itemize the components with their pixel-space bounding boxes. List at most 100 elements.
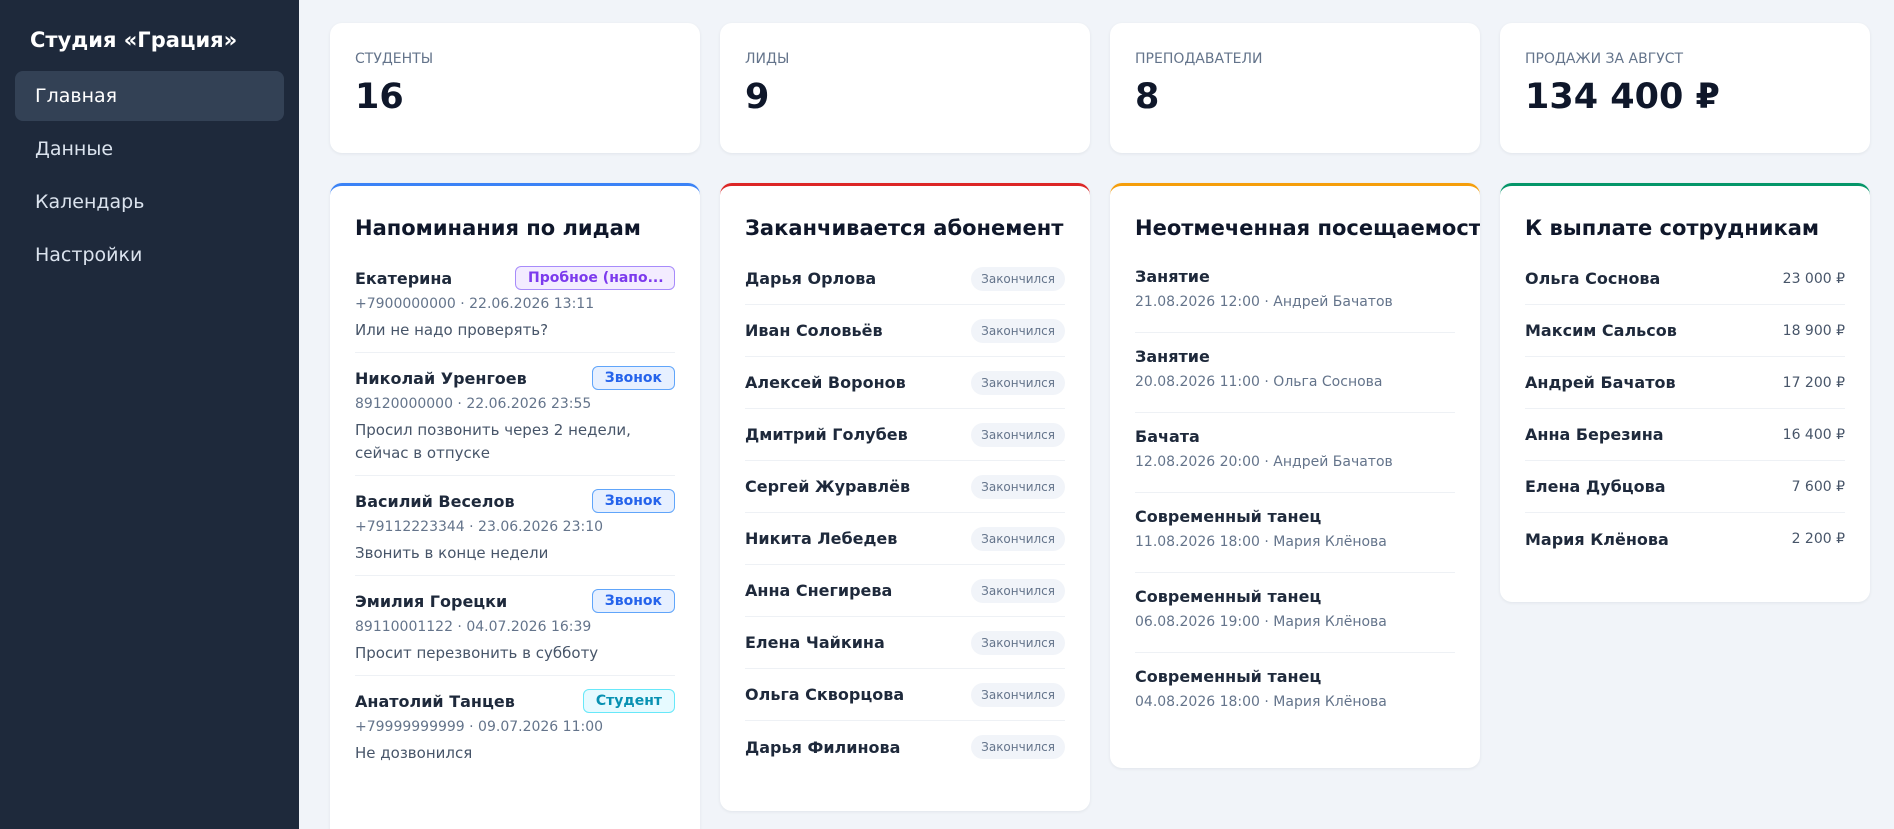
employee-name: Андрей Бачатов <box>1525 373 1676 392</box>
status-badge: Закончился <box>971 266 1065 291</box>
subscription-row[interactable]: Анна Снегирева Закончился <box>745 565 1065 617</box>
student-name: Дарья Филинова <box>745 737 901 757</box>
status-badge: Закончился <box>971 526 1065 551</box>
student-name: Ольга Скворцова <box>745 685 905 704</box>
stat-card-students: Студенты 16 <box>330 23 700 153</box>
subscription-row[interactable]: Алексей Воронов Закончился <box>745 357 1065 409</box>
subscription-list: Дарья Орлова Закончился Иван Соловьёв За… <box>745 253 1065 773</box>
panel-title: К выплате сотрудникам <box>1525 216 1820 240</box>
class-title: Современный танец <box>1135 507 1322 526</box>
sidebar: Студия «Грация» Главная Данные Календарь… <box>0 0 299 829</box>
status-badge: Закончился <box>971 735 1065 759</box>
student-name: Алексей Воронов <box>745 373 906 392</box>
lead-note: Не дозвонился <box>355 744 473 762</box>
class-title: Занятие <box>1135 267 1210 286</box>
subscription-row[interactable]: Сергей Журавлёв Закончился <box>745 461 1065 513</box>
sidebar-item-data[interactable]: Данные <box>15 124 284 174</box>
stat-value: 9 <box>745 77 770 117</box>
payout-row[interactable]: Андрей Бачатов 17 200 ₽ <box>1525 357 1845 409</box>
panel-staff-payouts: К выплате сотрудникам Ольга Соснова 23 0… <box>1500 183 1870 602</box>
lead-status-badge: Пробное (напо... <box>515 266 675 290</box>
lead-note: Или не надо проверять? <box>355 321 549 339</box>
lead-meta: 89110001122 · 04.07.2026 16:39 <box>355 619 592 635</box>
class-title: Современный танец <box>1135 667 1322 686</box>
attendance-item[interactable]: Занятие 20.08.2026 11:00 · Ольга Соснова <box>1135 333 1455 413</box>
lead-item[interactable]: Эмилия Горецки Звонок 89110001122 · 04.0… <box>355 576 675 676</box>
payout-row[interactable]: Максим Сальсов 18 900 ₽ <box>1525 305 1845 357</box>
lead-name: Екатерина <box>355 268 453 288</box>
payout-row[interactable]: Ольга Соснова 23 000 ₽ <box>1525 253 1845 305</box>
lead-status-badge: Звонок <box>591 489 675 513</box>
payout-amount: 23 000 ₽ <box>1782 270 1845 287</box>
sidebar-item-calendar[interactable]: Календарь <box>15 177 284 227</box>
subscription-row[interactable]: Дмитрий Голубев Закончился <box>745 409 1065 461</box>
payout-list: Ольга Соснова 23 000 ₽ Максим Сальсов 18… <box>1525 253 1845 565</box>
lead-status-badge: Звонок <box>591 589 675 613</box>
lead-name: Василий Веселов <box>355 491 515 511</box>
stat-label: Преподаватели <box>1135 51 1263 67</box>
brand-title: Студия «Грация» <box>30 28 238 52</box>
payout-amount: 7 600 ₽ <box>1791 478 1845 495</box>
panel-subscriptions-ending: Заканчивается абонемент Дарья Орлова Зак… <box>720 183 1090 811</box>
lead-item[interactable]: Екатерина Пробное (напо... +7900000000 ·… <box>355 253 675 353</box>
status-badge: Закончился <box>971 474 1065 499</box>
attendance-item[interactable]: Занятие 21.08.2026 12:00 · Андрей Бачато… <box>1135 253 1455 333</box>
stat-label: Лиды <box>745 51 790 67</box>
student-name: Сергей Журавлёв <box>745 477 911 496</box>
subscription-row[interactable]: Никита Лебедев Закончился <box>745 513 1065 565</box>
lead-meta: +79112223344 · 23.06.2026 23:10 <box>355 519 604 535</box>
stat-value: 16 <box>355 77 404 117</box>
class-meta: 11.08.2026 18:00 · Мария Клёнова <box>1135 534 1387 550</box>
attendance-list: Занятие 21.08.2026 12:00 · Андрей Бачато… <box>1135 253 1455 733</box>
subscription-row[interactable]: Дарья Орлова Закончился <box>745 253 1065 305</box>
stat-card-sales: Продажи за август 134 400 ₽ <box>1500 23 1870 153</box>
lead-meta: 89120000000 · 22.06.2026 23:55 <box>355 396 592 412</box>
student-name: Елена Чайкина <box>745 633 885 652</box>
employee-name: Максим Сальсов <box>1525 321 1677 340</box>
subscription-row[interactable]: Дарья Филинова Закончился <box>745 721 1065 773</box>
class-title: Занятие <box>1135 347 1210 366</box>
attendance-item[interactable]: Бачата 12.08.2026 20:00 · Андрей Бачатов <box>1135 413 1455 493</box>
status-badge: Закончился <box>971 370 1065 395</box>
class-meta: 06.08.2026 19:00 · Мария Клёнова <box>1135 614 1387 630</box>
employee-name: Ольга Соснова <box>1525 269 1661 288</box>
lead-item[interactable]: Анатолий Танцев Студент +79999999999 · 0… <box>355 676 675 775</box>
class-meta: 20.08.2026 11:00 · Ольга Соснова <box>1135 374 1383 390</box>
student-name: Никита Лебедев <box>745 529 898 548</box>
lead-name: Николай Уренгоев <box>355 368 527 388</box>
student-name: Иван Соловьёв <box>745 321 883 340</box>
lead-note: Просит перезвонить в субботу <box>355 644 599 662</box>
panel-lead-reminders: Напоминания по лидам Екатерина Пробное (… <box>330 183 700 829</box>
lead-item[interactable]: Василий Веселов Звонок +79112223344 · 23… <box>355 476 675 576</box>
lead-note: Просил позвонить через 2 недели, сейчас … <box>355 421 631 462</box>
attendance-item[interactable]: Современный танец 06.08.2026 19:00 · Мар… <box>1135 573 1455 653</box>
employee-name: Мария Клёнова <box>1525 529 1669 549</box>
sidebar-item-home[interactable]: Главная <box>15 71 284 121</box>
lead-status-badge: Студент <box>582 689 675 713</box>
payout-amount: 17 200 ₽ <box>1782 374 1845 391</box>
student-name: Анна Снегирева <box>745 581 893 600</box>
stat-value: 8 <box>1135 77 1160 117</box>
lead-item[interactable]: Николай Уренгоев Звонок 89120000000 · 22… <box>355 353 675 476</box>
class-meta: 21.08.2026 12:00 · Андрей Бачатов <box>1135 294 1393 310</box>
payout-row[interactable]: Анна Березина 16 400 ₽ <box>1525 409 1845 461</box>
student-name: Дмитрий Голубев <box>745 425 908 444</box>
status-badge: Закончился <box>971 682 1065 707</box>
subscription-row[interactable]: Елена Чайкина Закончился <box>745 617 1065 669</box>
panel-unmarked-attendance: Неотмеченная посещаемость Занятие 21.08.… <box>1110 183 1480 768</box>
payout-row[interactable]: Мария Клёнова 2 200 ₽ <box>1525 513 1845 565</box>
stat-card-teachers: Преподаватели 8 <box>1110 23 1480 153</box>
lead-note: Звонить в конце недели <box>355 544 549 562</box>
dashboard-main: Студенты 16 Лиды 9 Преподаватели 8 Прода… <box>299 0 1894 829</box>
payout-row[interactable]: Елена Дубцова 7 600 ₽ <box>1525 461 1845 513</box>
payout-amount: 18 900 ₽ <box>1782 322 1845 339</box>
stat-label: Студенты <box>355 51 434 67</box>
class-meta: 04.08.2026 18:00 · Мария Клёнова <box>1135 694 1387 710</box>
subscription-row[interactable]: Ольга Скворцова Закончился <box>745 669 1065 721</box>
status-badge: Закончился <box>971 630 1065 655</box>
sidebar-item-settings[interactable]: Настройки <box>15 230 284 280</box>
panel-title: Заканчивается абонемент <box>745 216 1064 240</box>
attendance-item[interactable]: Современный танец 11.08.2026 18:00 · Мар… <box>1135 493 1455 573</box>
subscription-row[interactable]: Иван Соловьёв Закончился <box>745 305 1065 357</box>
attendance-item[interactable]: Современный танец 04.08.2026 18:00 · Мар… <box>1135 653 1455 733</box>
